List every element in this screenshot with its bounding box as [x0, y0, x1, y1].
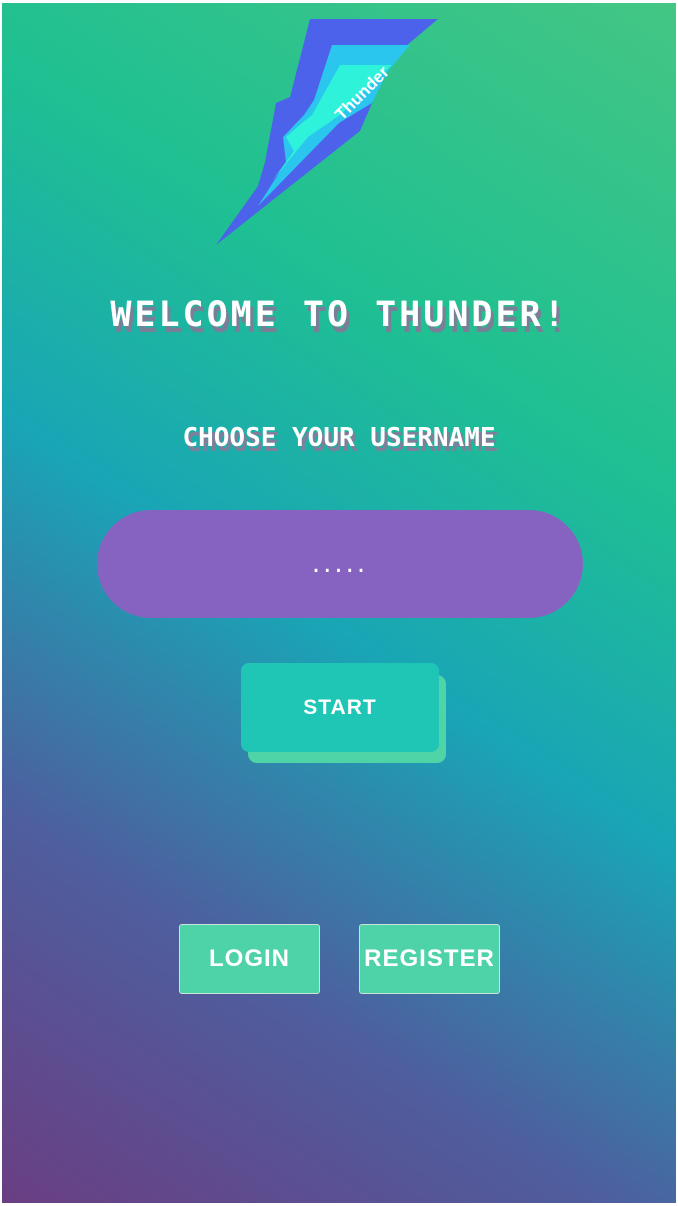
- thunder-logo: Thunder: [216, 19, 442, 245]
- register-button[interactable]: REGISTER: [359, 924, 500, 994]
- start-button[interactable]: START: [241, 663, 439, 752]
- username-label: CHOOSE YOUR USERNAME: [182, 423, 496, 453]
- app-screen: Thunder WELCOME TO THUNDER! CHOOSE YOUR …: [2, 3, 676, 1203]
- login-button[interactable]: LOGIN: [179, 924, 320, 994]
- welcome-title: WELCOME TO THUNDER!: [110, 295, 568, 335]
- lightning-bolt-icon: Thunder: [216, 19, 438, 245]
- username-input[interactable]: [97, 510, 583, 618]
